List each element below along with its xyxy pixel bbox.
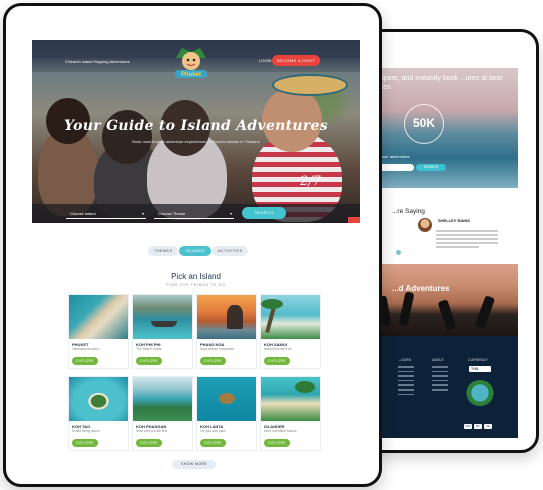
island-card-koh-lanta[interactable]: KOH LANTA On your own pace EXPLORE: [196, 376, 257, 451]
palm-leaves: [295, 381, 315, 393]
amex-icon: AE: [484, 424, 492, 429]
header-search-input[interactable]: Search Island Hopping Adventures: [68, 59, 130, 64]
island-image: [133, 295, 192, 339]
back-testimonials-title: ...re Saying: [392, 208, 425, 215]
island-description: On your own pace: [200, 429, 226, 433]
tab-islands[interactable]: ISLANDS: [179, 246, 211, 256]
island-image: [261, 377, 320, 421]
island-description: Seek and you will find: [136, 429, 167, 433]
hero-search-button[interactable]: SEARCH: [242, 207, 286, 219]
explore-button[interactable]: EXPLORE: [264, 357, 290, 365]
logo-face: [182, 52, 200, 70]
footer-links-tours[interactable]: [398, 366, 414, 398]
longtail-boat: [151, 321, 177, 327]
island-image: [197, 377, 256, 421]
review-text: [436, 230, 498, 250]
reviewer-avatar: [418, 218, 432, 232]
island-card-koh-samui[interactable]: KOH SAMUI Island that has it all EXPLORE: [260, 294, 321, 369]
island-image: [69, 377, 128, 421]
palm-leaves: [261, 299, 283, 309]
island-description: Most diverse ecosystem: [200, 347, 235, 351]
island-description: Scuba diving island: [72, 429, 100, 433]
island-description: Island that has it all: [264, 347, 292, 351]
island-card-phang-nga[interactable]: PHANG NGA Most diverse ecosystem EXPLORE: [196, 294, 257, 369]
hero-title: Your Guide to Island Adventures: [64, 118, 328, 134]
karst-rock: [227, 305, 243, 329]
island-image: [69, 295, 128, 339]
section-subtitle: FIND TOP THINGS TO DO: [166, 283, 226, 287]
visa-icon: VISA: [464, 424, 472, 429]
front-device-frame: ⌕ Search Island Hopping Adventures Phuke…: [3, 3, 382, 487]
login-link[interactable]: LOGIN: [259, 58, 271, 63]
island-card-koh-tao[interactable]: KOH TAO Scuba diving island EXPLORE: [68, 376, 129, 451]
hero-tagline: Book most trusted adventure experiences …: [132, 139, 260, 144]
explore-button[interactable]: EXPLORE: [200, 357, 226, 365]
reviewer-name: SHELLEY RAINS: [438, 218, 470, 223]
hero-banner: ⌕ Search Island Hopping Adventures Phuke…: [32, 40, 360, 223]
logo-eye: [186, 58, 190, 62]
explore-button[interactable]: EXPLORE: [72, 439, 98, 447]
footer-logo: [466, 380, 494, 406]
island-image: [133, 377, 192, 421]
site-logo[interactable]: Phuket: [172, 44, 210, 80]
category-tabs: THEMES ISLANDS ACTIVITIES: [148, 246, 249, 256]
island-card-koh-phangan[interactable]: KOH PHANGAN Seek and you will find EXPLO…: [132, 376, 193, 451]
logo-text: Phuket: [181, 72, 201, 78]
tab-activities[interactable]: ACTIVITIES: [211, 246, 249, 256]
back-search-button[interactable]: SEARCH: [416, 164, 446, 171]
island-description: International island: [72, 347, 99, 351]
island-description: More incredible islands: [264, 429, 297, 433]
theme-select[interactable]: Choose Theme ▾: [154, 209, 234, 219]
straw-hat: [272, 74, 348, 96]
island-card-islander[interactable]: ISLANDER More incredible islands EXPLORE: [260, 376, 321, 451]
island-image: [197, 295, 256, 339]
show-more-button[interactable]: SHOW MORE: [172, 460, 216, 469]
explore-button[interactable]: EXPLORE: [200, 439, 226, 447]
currency-select[interactable]: THB: [469, 366, 491, 372]
theme-select-label: Choose Theme: [158, 211, 186, 216]
footer-col-tours: ...OURS: [398, 358, 412, 362]
island-select-label: Choose Island: [70, 211, 96, 216]
become-host-button[interactable]: BECOME A HOST: [272, 55, 320, 66]
island-card-koh-phi-phi[interactable]: KOH PHI PHI The 'beach' movie EXPLORE: [132, 294, 193, 369]
footer-col-currency: CURRENCY: [468, 358, 488, 362]
explore-button[interactable]: EXPLORE: [264, 439, 290, 447]
tab-themes[interactable]: THEMES: [148, 246, 179, 256]
feedback-tab[interactable]: [348, 217, 360, 223]
island-card-phuket[interactable]: PHUKET International island EXPLORE: [68, 294, 129, 369]
front-device-screen: ⌕ Search Island Hopping Adventures Phuke…: [32, 40, 360, 472]
island-description: The 'beach' movie: [136, 347, 162, 351]
carousel-dot[interactable]: [396, 250, 401, 255]
footer-links-about[interactable]: [432, 366, 448, 394]
mastercard-icon: MC: [474, 424, 482, 429]
back-adventure-title: ...d Adventures: [392, 284, 450, 293]
island-select[interactable]: Choose Island ▾: [66, 209, 146, 219]
explore-button[interactable]: EXPLORE: [72, 357, 98, 365]
slide-counter: 2/7: [300, 174, 321, 189]
chevron-down-icon: ▾: [141, 211, 144, 216]
logo-eye: [192, 58, 196, 62]
island-image: [261, 295, 320, 339]
back-hero-text: ...mpare, and instantly book ...ures at …: [372, 75, 503, 91]
chevron-down-icon: ▾: [229, 211, 232, 216]
section-title: Pick an Island: [171, 272, 221, 281]
footer-col-about: ABOUT: [432, 358, 445, 362]
back-stat-circle-2: 50K: [404, 104, 444, 144]
payment-icons: VISA MC AE: [464, 424, 492, 429]
sea-turtle: [219, 393, 235, 404]
explore-button[interactable]: EXPLORE: [136, 357, 162, 365]
explore-button[interactable]: EXPLORE: [136, 439, 162, 447]
